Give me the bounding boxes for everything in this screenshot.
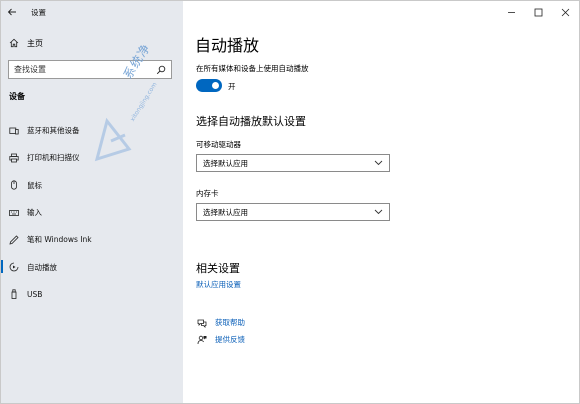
help-icon xyxy=(197,319,207,328)
close-icon xyxy=(561,8,570,16)
maximize-icon xyxy=(534,8,543,16)
removable-drive-select[interactable]: 选择默认应用 xyxy=(196,154,390,172)
get-help-label: 获取帮助 xyxy=(215,318,245,327)
section-title: 设备 xyxy=(9,92,25,101)
sidebar-item-label: 输入 xyxy=(27,208,42,218)
feedback-icon xyxy=(197,335,207,344)
keyboard-icon xyxy=(9,209,19,216)
sidebar-item-typing[interactable]: 输入 xyxy=(1,199,183,226)
back-arrow-icon xyxy=(7,8,16,16)
sidebar: 设置 主页 查找设置 设备 蓝牙和其他设备 打印机和扫描仪 鼠标 输入 笔和 W… xyxy=(1,1,183,403)
sidebar-item-label: 打印机和扫描仪 xyxy=(27,153,80,163)
sidebar-item-usb[interactable]: USB xyxy=(1,281,183,308)
toggle-state-label: 开 xyxy=(228,82,236,91)
default-apps-link[interactable]: 默认应用设置 xyxy=(196,279,241,290)
memory-card-label: 内存卡 xyxy=(196,189,219,198)
window-controls xyxy=(498,1,579,23)
page-title: 自动播放 xyxy=(195,36,260,55)
sidebar-item-label: 笔和 Windows Ink xyxy=(27,235,92,245)
defaults-heading: 选择自动播放默认设置 xyxy=(196,115,306,128)
bluetooth-devices-icon xyxy=(9,127,19,135)
sidebar-item-pen[interactable]: 笔和 Windows Ink xyxy=(1,226,183,253)
get-help-link[interactable]: 获取帮助 xyxy=(197,317,245,328)
memory-card-select[interactable]: 选择默认应用 xyxy=(196,203,390,221)
toggle-knob xyxy=(212,82,219,89)
title-bar: 设置 xyxy=(1,1,183,23)
sidebar-item-label: USB xyxy=(27,289,43,299)
autoplay-icon xyxy=(9,262,19,272)
chevron-down-icon xyxy=(374,209,383,215)
main-content: 自动播放 在所有媒体和设备上使用自动播放 开 选择自动播放默认设置 可移动驱动器… xyxy=(183,1,579,403)
sidebar-item-mouse[interactable]: 鼠标 xyxy=(1,172,183,199)
chevron-down-icon xyxy=(374,160,383,166)
active-indicator xyxy=(1,260,3,274)
maximize-button[interactable] xyxy=(525,1,552,23)
sidebar-item-autoplay[interactable]: 自动播放 xyxy=(1,253,183,280)
home-icon xyxy=(9,38,19,48)
mouse-icon xyxy=(11,180,17,190)
memory-card-value: 选择默认应用 xyxy=(203,207,248,217)
sidebar-item-home[interactable]: 主页 xyxy=(1,34,183,52)
autoplay-toggle-description: 在所有媒体和设备上使用自动播放 xyxy=(196,64,309,73)
settings-window: 设置 主页 查找设置 设备 蓝牙和其他设备 打印机和扫描仪 鼠标 输入 笔和 W… xyxy=(0,0,580,404)
pen-icon xyxy=(9,235,19,245)
related-settings-heading: 相关设置 xyxy=(196,262,240,275)
sidebar-item-label: 鼠标 xyxy=(27,180,42,190)
home-label: 主页 xyxy=(27,38,43,48)
app-title: 设置 xyxy=(31,7,46,17)
sidebar-item-label: 自动播放 xyxy=(27,262,57,272)
back-button[interactable] xyxy=(1,1,23,23)
printer-icon xyxy=(9,153,19,163)
close-button[interactable] xyxy=(552,1,579,23)
minimize-icon xyxy=(508,11,515,13)
usb-icon xyxy=(11,289,17,300)
sidebar-item-label: 蓝牙和其他设备 xyxy=(27,126,80,136)
give-feedback-link[interactable]: 提供反馈 xyxy=(197,334,245,345)
autoplay-toggle[interactable] xyxy=(196,79,222,92)
removable-drive-value: 选择默认应用 xyxy=(203,158,248,168)
minimize-button[interactable] xyxy=(498,1,525,23)
give-feedback-label: 提供反馈 xyxy=(215,335,245,344)
removable-drive-label: 可移动驱动器 xyxy=(196,140,241,149)
search-placeholder: 查找设置 xyxy=(14,65,46,74)
